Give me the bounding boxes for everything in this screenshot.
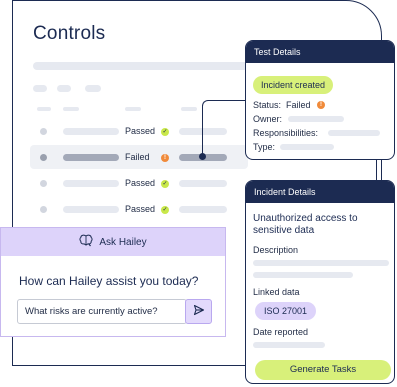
column-header-placeholder <box>125 107 141 111</box>
description-placeholder <box>253 272 353 278</box>
row-status-label: Passed <box>125 204 156 214</box>
check-icon: ✓ <box>161 180 169 188</box>
linked-data-label: Linked data <box>253 287 300 297</box>
toolbar-placeholder <box>33 62 248 70</box>
chat-input[interactable]: What risks are currently active? <box>17 299 187 324</box>
check-icon: ✓ <box>161 128 169 136</box>
status-field-label: Status: <box>253 100 282 110</box>
incident-title: Unauthorized access to sensitive data <box>253 213 358 236</box>
chat-title: Ask Hailey <box>99 236 147 248</box>
row-select-dot[interactable] <box>40 180 47 187</box>
chat-header: Ask Hailey <box>1 228 225 256</box>
responsibilities-field-label: Responsibilities: <box>253 128 319 138</box>
owner-placeholder <box>179 206 227 213</box>
connector-line <box>202 100 246 156</box>
column-header-placeholder <box>63 107 79 111</box>
send-button[interactable] <box>185 299 212 324</box>
incident-details-panel: Incident Details Unauthorized access to … <box>245 180 395 384</box>
row-status-label: Passed <box>125 126 156 136</box>
row-status-label: Failed <box>125 152 150 162</box>
row-status-label: Passed <box>125 178 156 188</box>
status-field-value: Failed <box>286 100 311 110</box>
filter-placeholder <box>85 85 101 92</box>
test-details-panel: Test Details Incident created Status: Fa… <box>245 40 395 160</box>
responsibilities-value-placeholder <box>328 130 380 136</box>
chat-prompt-text: How can Hailey assist you today? <box>19 274 199 288</box>
control-name-placeholder <box>63 206 119 213</box>
type-value-placeholder <box>280 144 334 150</box>
control-name-placeholder <box>63 154 119 161</box>
incident-status-pill: Incident created <box>253 76 334 94</box>
control-name-placeholder <box>63 180 119 187</box>
control-name-placeholder <box>63 128 119 135</box>
ask-hailey-chat: Ask Hailey How can Hailey assist you tod… <box>0 227 226 337</box>
brain-icon <box>79 234 93 250</box>
column-header-placeholder <box>181 107 197 111</box>
page-title: Controls <box>33 23 106 44</box>
row-select-dot[interactable] <box>40 128 47 135</box>
date-reported-label: Date reported <box>253 327 309 337</box>
test-details-header: Test Details <box>246 41 394 63</box>
linked-data-pill[interactable]: ISO 27001 <box>255 302 317 320</box>
description-placeholder <box>253 260 389 266</box>
column-header-placeholder <box>37 107 51 111</box>
owner-placeholder <box>179 180 227 187</box>
owner-field-label: Owner: <box>253 114 283 124</box>
connector-dot <box>199 153 206 160</box>
filter-placeholder <box>57 85 71 92</box>
description-label: Description <box>253 245 299 255</box>
check-icon: ✓ <box>161 206 169 214</box>
type-field-label: Type: <box>253 142 276 152</box>
alert-icon: ! <box>161 154 169 162</box>
alert-icon: ! <box>317 101 325 109</box>
filter-placeholder <box>33 85 47 92</box>
incident-details-header: Incident Details <box>246 181 394 203</box>
generate-tasks-button[interactable]: Generate Tasks <box>255 360 391 380</box>
owner-value-placeholder <box>288 116 344 122</box>
row-select-dot[interactable] <box>40 154 47 161</box>
send-icon <box>193 303 205 321</box>
row-select-dot[interactable] <box>40 206 47 213</box>
date-placeholder <box>253 342 325 348</box>
connector-line <box>376 160 377 180</box>
